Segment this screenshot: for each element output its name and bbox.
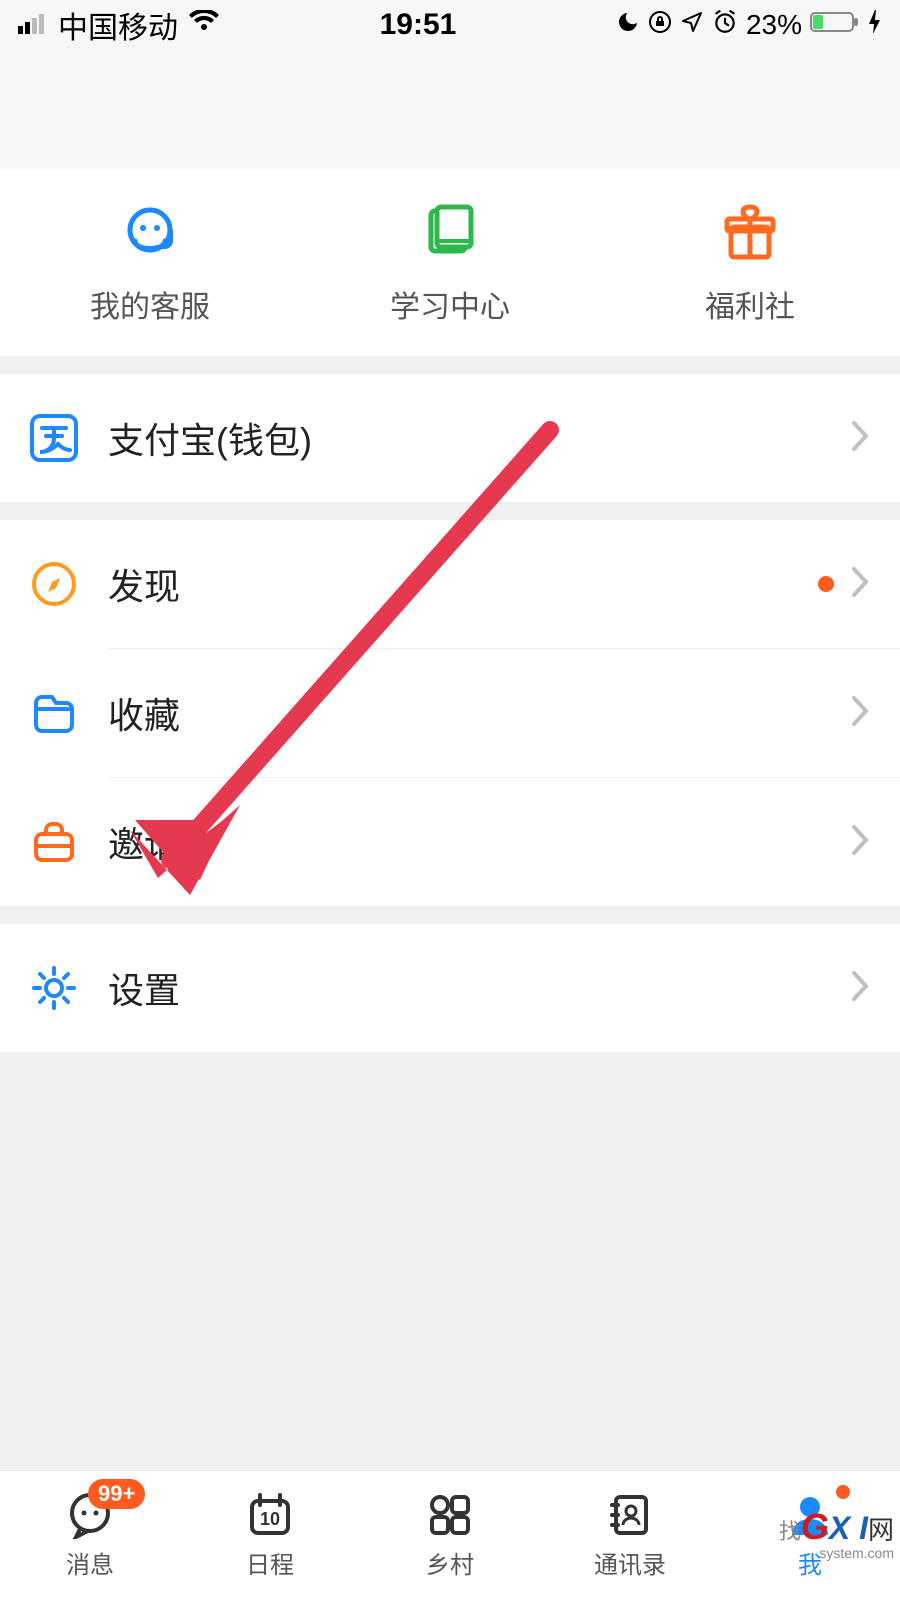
tab-calendar-label: 日程 xyxy=(246,1545,294,1580)
moon-icon xyxy=(616,9,640,41)
wifi-icon xyxy=(188,8,220,42)
briefcase-icon xyxy=(30,818,78,866)
favorites-label: 收藏 xyxy=(108,687,850,739)
customer-service-button[interactable]: 我的客服 xyxy=(0,200,300,326)
discover-row[interactable]: 发现 xyxy=(0,520,900,648)
alipay-label: 支付宝(钱包) xyxy=(108,412,850,464)
notification-dot xyxy=(836,1485,850,1499)
calendar-icon: 10 xyxy=(246,1491,294,1539)
charging-icon xyxy=(868,9,882,41)
learning-center-label: 学习中心 xyxy=(390,282,510,326)
battery-percent: 23% xyxy=(746,9,802,41)
notification-dot xyxy=(818,576,834,592)
customer-service-label: 我的客服 xyxy=(90,282,210,326)
chevron-right-icon xyxy=(850,823,870,862)
chevron-right-icon xyxy=(850,694,870,733)
contacts-icon xyxy=(606,1491,654,1539)
alipay-icon xyxy=(30,414,78,462)
tab-village-label: 乡村 xyxy=(426,1545,474,1580)
status-bar: 中国移动 19:51 23% xyxy=(0,0,900,50)
status-time: 19:51 xyxy=(380,8,457,42)
invite-row[interactable]: 邀请 xyxy=(0,778,900,906)
tab-bar: 消息 99+ 10 日程 乡村 通讯录 我 xyxy=(0,1470,900,1600)
headset-icon xyxy=(118,200,182,264)
signal-icon xyxy=(18,8,48,42)
location-icon xyxy=(680,9,704,41)
chevron-right-icon xyxy=(850,419,870,458)
alipay-row[interactable]: 支付宝(钱包) xyxy=(0,374,900,502)
tab-contacts[interactable]: 通讯录 xyxy=(540,1471,720,1600)
battery-icon xyxy=(810,9,860,41)
messages-badge: 99+ xyxy=(88,1479,145,1509)
chevron-right-icon xyxy=(850,565,870,604)
grid-icon xyxy=(426,1491,474,1539)
invite-label: 邀请 xyxy=(108,816,850,868)
tab-me[interactable]: 我 xyxy=(720,1471,900,1600)
compass-icon xyxy=(30,560,78,608)
gear-icon xyxy=(30,964,78,1012)
discover-label: 发现 xyxy=(108,558,818,610)
gift-icon xyxy=(718,200,782,264)
settings-label: 设置 xyxy=(108,962,850,1014)
status-left: 中国移动 xyxy=(18,3,220,47)
tab-messages[interactable]: 消息 99+ xyxy=(0,1471,180,1600)
tab-messages-label: 消息 xyxy=(66,1545,114,1580)
settings-row[interactable]: 设置 xyxy=(0,924,900,1052)
lock-icon xyxy=(648,9,672,41)
benefits-button[interactable]: 福利社 xyxy=(600,200,900,326)
tab-contacts-label: 通讯录 xyxy=(594,1545,666,1580)
book-icon xyxy=(418,200,482,264)
favorites-row[interactable]: 收藏 xyxy=(0,649,900,777)
chevron-right-icon xyxy=(850,969,870,1008)
tab-calendar[interactable]: 10 日程 xyxy=(180,1471,360,1600)
carrier-label: 中国移动 xyxy=(58,3,178,47)
status-right: 23% xyxy=(616,9,882,42)
quick-actions-grid: 我的客服 学习中心 福利社 xyxy=(0,170,900,356)
tab-me-label: 我 xyxy=(798,1545,822,1580)
svg-text:10: 10 xyxy=(260,1509,280,1529)
folder-icon xyxy=(30,689,78,737)
header-spacer xyxy=(0,50,900,170)
tab-village[interactable]: 乡村 xyxy=(360,1471,540,1600)
learning-center-button[interactable]: 学习中心 xyxy=(300,200,600,326)
benefits-label: 福利社 xyxy=(705,282,795,326)
person-icon xyxy=(786,1491,834,1539)
alarm-icon xyxy=(712,9,738,42)
